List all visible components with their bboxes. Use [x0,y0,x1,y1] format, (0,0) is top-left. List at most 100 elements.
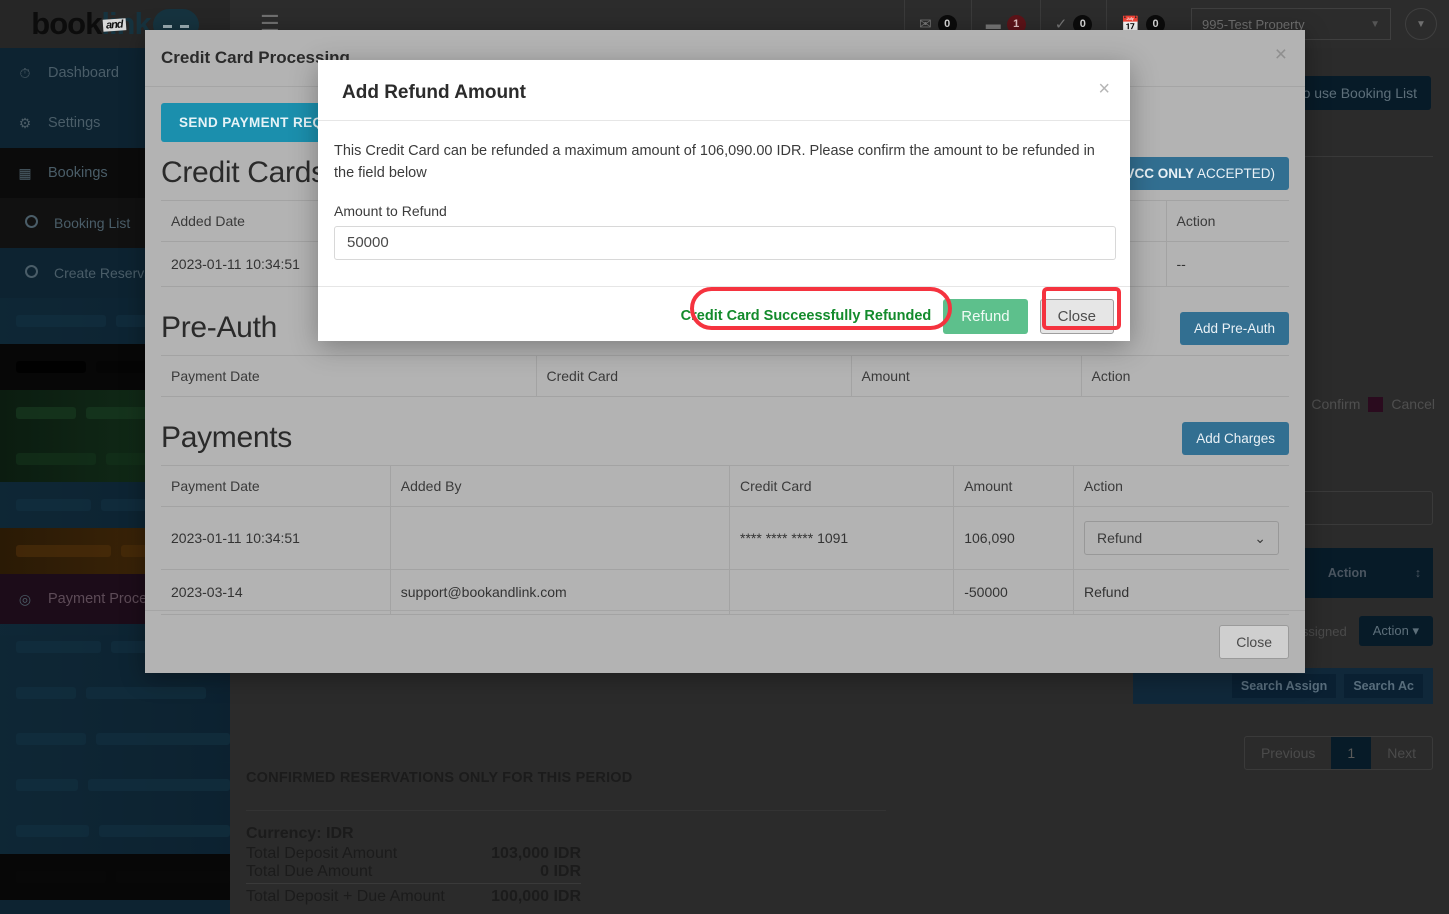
circle-icon [22,265,40,281]
refund-success-message: Credit Card Succeessfully Refunded [680,308,932,324]
cell-amount: 106,090 [953,506,1074,570]
circle-icon [22,215,40,231]
column-payment-date: Payment Date [161,465,391,507]
sidebar-blurred-item[interactable] [0,670,230,716]
column-credit-card: Credit Card [729,465,954,507]
cell-payment-date: 2023-03-14 [161,569,391,615]
cell-credit-card [729,569,954,615]
add-charges-button[interactable]: Add Charges [1182,421,1289,455]
target-icon: ◎ [18,590,32,607]
payments-table: Payment Date Added By Credit Card Amount… [161,465,1289,615]
summary-panel: CONFIRMED RESERVATIONS ONLY FOR THIS PER… [246,770,886,906]
cell-action: Refund ⌄ [1073,506,1289,570]
legend-swatch-cancel [1368,396,1384,412]
payments-title: Payments [161,421,292,454]
summary-row: Total Due Amount 0 IDR [246,863,581,884]
pagination-next[interactable]: Next [1371,737,1432,769]
add-pre-auth-button[interactable]: Add Pre-Auth [1179,311,1289,345]
modal-footer: Close [145,610,1305,673]
summary-divider [246,810,886,811]
logo-tag-and: and [102,18,127,32]
search-action-button[interactable]: Search Ac [1344,674,1423,698]
cell-added-by: support@bookandlink.com [389,569,730,615]
sidebar-blurred-item[interactable] [0,808,230,854]
summary-row: Total Deposit + Due Amount 100,000 IDR [246,888,581,906]
table-row: 2023-03-14 support@bookandlink.com -5000… [161,569,1289,615]
pagination: Previous 1 Next [1243,736,1433,770]
payment-action-select[interactable]: Refund ⌄ [1084,521,1279,555]
refund-description: This Credit Card can be refunded a maxim… [334,143,1095,181]
table-icon: ▦ [18,164,32,181]
cell-amount: -50000 [953,569,1074,615]
legend: Confirm Cancel [1288,396,1435,412]
sidebar-item-label: Dashboard [48,65,119,81]
refund-button[interactable]: Refund [943,298,1028,334]
sidebar-blurred-item[interactable] [0,716,230,762]
sidebar-blurred-item[interactable] [0,762,230,808]
legend-label-confirm: Confirm [1311,396,1361,412]
column-action: Action [1327,566,1367,580]
sidebar-item-label: Booking List [54,215,131,231]
close-icon[interactable]: × [1275,44,1287,65]
summary-row: Total Deposit Amount 103,000 IDR [246,845,581,863]
column-action: Action [1165,200,1289,242]
cell-added-by [389,506,730,570]
summary-row-value: 0 IDR [540,863,581,880]
column-action: Action [1080,355,1289,397]
amount-to-refund-label: Amount to Refund [334,202,447,219]
sidebar-item-account[interactable]: 👤 Account ❯ [0,900,230,914]
cell-credit-card: **** **** **** 1091 [729,506,954,570]
sort-icon[interactable]: ↕ [1415,566,1421,580]
search-assign-button[interactable]: Search Assign [1231,674,1337,698]
refund-modal-body: This Credit Card can be refunded a maxim… [318,121,1130,264]
column-credit-card: Credit Card [535,355,851,397]
payments-section-header: Payments Add Charges [161,421,1289,455]
screen: book link and ☰ ✉ 0 ▬ 1 ✓ 0 📅 0 995-Test… [0,0,1449,914]
refund-modal-header: Add Refund Amount × [318,60,1130,120]
summary-currency: Currency: IDR [246,825,354,842]
modal-close-button[interactable]: Close [1219,625,1289,659]
refund-modal-title: Add Refund Amount [342,82,526,103]
table-header-row: Payment Date Credit Card Amount Action [161,355,1289,397]
cell-payment-date: 2023-01-11 10:34:51 [161,506,391,570]
pagination-previous[interactable]: Previous [1245,737,1331,769]
sidebar-item-label: Bookings [48,165,108,181]
column-action: Action [1073,465,1289,507]
cell-action: -- [1165,241,1289,287]
summary-row-label: Total Due Amount [246,863,373,880]
refund-modal-footer: Credit Card Succeessfully Refunded Refun… [318,285,1130,346]
search-bar: Search Assign Search Ac [1133,668,1433,704]
summary-row-label: Total Deposit + Due Amount [246,888,445,905]
refund-close-button[interactable]: Close [1039,298,1114,334]
chevron-down-icon: ▼ [1416,18,1426,30]
close-icon[interactable]: × [1098,78,1110,101]
chevron-down-icon: ▼ [1370,18,1380,30]
row-action-button[interactable]: Action ▾ [1358,616,1433,646]
amount-to-refund-input[interactable]: 50000 [334,225,1116,260]
column-amount: Amount [850,355,1081,397]
table-row: 2023-01-11 10:34:51 **** **** **** 1091 … [161,506,1289,570]
column-added-by: Added By [389,465,730,507]
payment-action-value: Refund [1097,530,1143,546]
pre-auth-title: Pre-Auth [161,311,277,344]
sidebar-item-label: Settings [48,115,101,131]
speedometer-icon: ⏱ [19,64,31,81]
sidebar-blurred-item[interactable] [0,854,230,900]
amount-to-refund-value: 50000 [347,234,389,251]
add-refund-amount-modal: Add Refund Amount × This Credit Card can… [318,60,1130,341]
table-header-row: Payment Date Added By Credit Card Amount… [161,465,1289,507]
pagination-page-1[interactable]: 1 [1331,737,1372,769]
column-amount: Amount [953,465,1074,507]
summary-row-value: 103,000 IDR [491,845,581,862]
summary-row-label: Total Deposit Amount [246,845,398,862]
cell-action: Refund [1073,569,1289,615]
chevron-down-icon: ⌄ [1254,529,1266,546]
summary-row-value: 100,000 IDR [491,888,581,905]
logo-text-book: book [31,6,102,41]
pre-auth-table: Payment Date Credit Card Amount Action [161,355,1289,397]
gear-icon: ⚙ [18,114,32,131]
credit-cards-title: Credit Cards [161,156,326,189]
legend-label-cancel: Cancel [1391,396,1435,412]
user-menu-button[interactable]: ▼ [1405,8,1437,40]
column-payment-date: Payment Date [161,355,536,397]
